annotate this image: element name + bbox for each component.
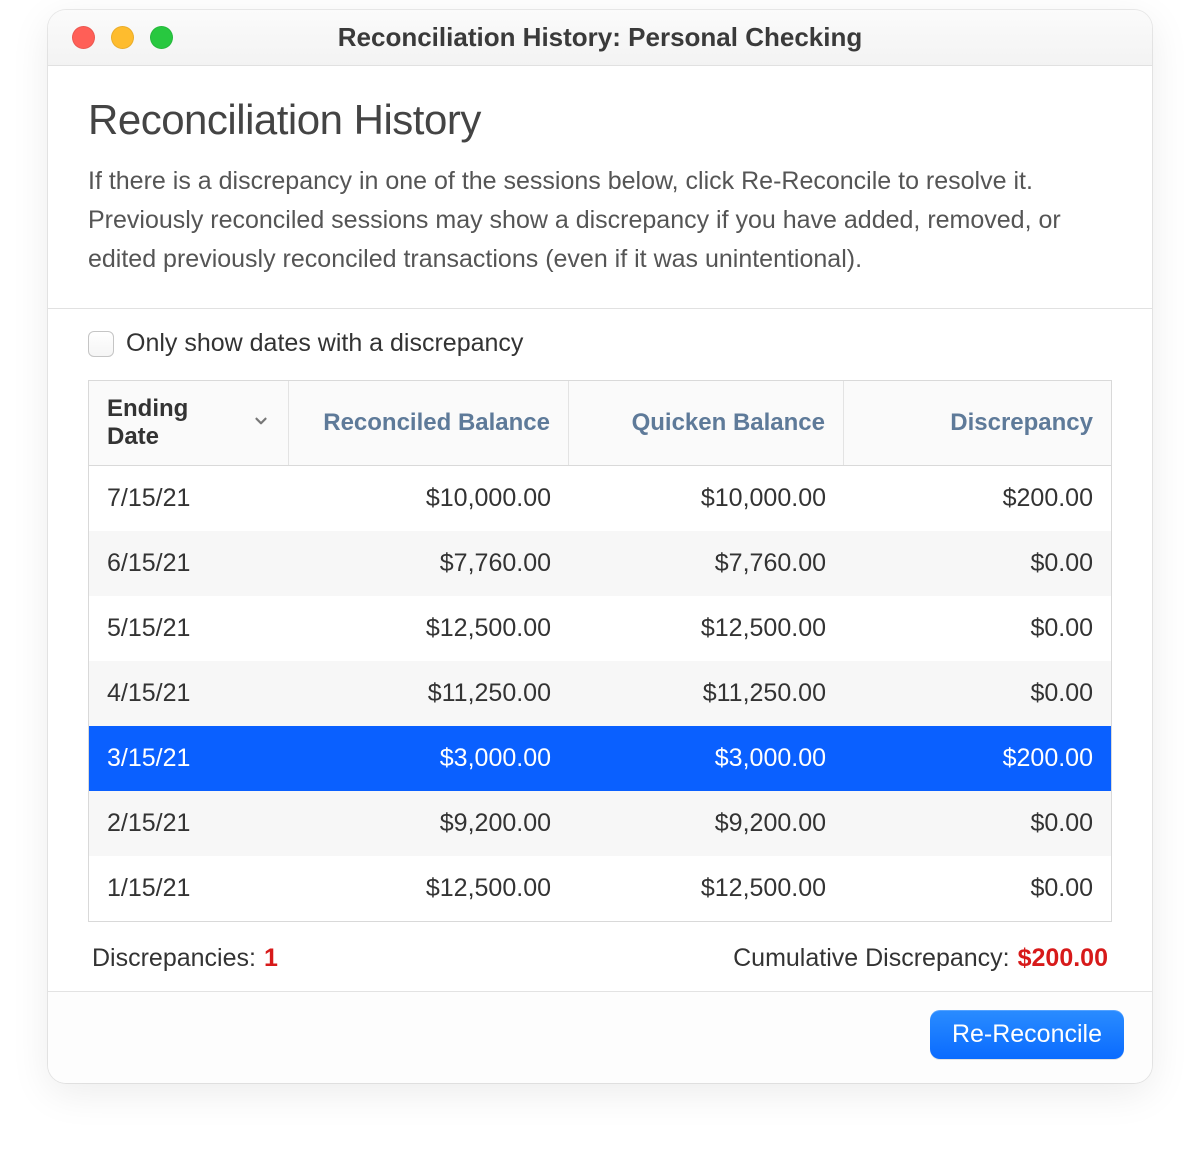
cell-reconciled-balance: $12,500.00	[289, 856, 569, 921]
table-row[interactable]: 3/15/21$3,000.00$3,000.00$200.00	[89, 726, 1111, 791]
cell-ending-date: 6/15/21	[89, 531, 289, 596]
cell-quicken-balance: $7,760.00	[569, 531, 844, 596]
column-header-ending-date-label: Ending Date	[107, 395, 240, 451]
cell-quicken-balance: $3,000.00	[569, 726, 844, 791]
table-row[interactable]: 2/15/21$9,200.00$9,200.00$0.00	[89, 791, 1111, 856]
chevron-down-icon	[252, 409, 270, 437]
column-header-reconciled-balance-label: Reconciled Balance	[323, 409, 550, 437]
column-header-quicken-balance-label: Quicken Balance	[632, 409, 825, 437]
column-header-discrepancy-label: Discrepancy	[950, 409, 1093, 437]
table-row[interactable]: 6/15/21$7,760.00$7,760.00$0.00	[89, 531, 1111, 596]
cell-discrepancy: $0.00	[844, 531, 1111, 596]
cell-quicken-balance: $12,500.00	[569, 856, 844, 921]
body-section: Only show dates with a discrepancy Endin…	[48, 309, 1152, 991]
cell-ending-date: 2/15/21	[89, 791, 289, 856]
cell-discrepancy: $0.00	[844, 596, 1111, 661]
discrepancies-count: 1	[264, 944, 278, 973]
discrepancies-label: Discrepancies:	[92, 944, 256, 973]
cell-discrepancy: $200.00	[844, 726, 1111, 791]
cell-reconciled-balance: $10,000.00	[289, 466, 569, 531]
cell-reconciled-balance: $7,760.00	[289, 531, 569, 596]
header-section: Reconciliation History If there is a dis…	[48, 66, 1152, 309]
page-heading: Reconciliation History	[88, 96, 1112, 144]
cell-quicken-balance: $9,200.00	[569, 791, 844, 856]
cell-ending-date: 7/15/21	[89, 466, 289, 531]
cell-reconciled-balance: $3,000.00	[289, 726, 569, 791]
summary-row: Discrepancies: 1 Cumulative Discrepancy:…	[88, 922, 1112, 981]
cumulative-discrepancy-summary: Cumulative Discrepancy: $200.00	[733, 944, 1108, 973]
discrepancies-summary: Discrepancies: 1	[92, 944, 278, 973]
re-reconcile-button[interactable]: Re-Reconcile	[930, 1010, 1124, 1059]
cell-discrepancy: $200.00	[844, 466, 1111, 531]
cell-ending-date: 3/15/21	[89, 726, 289, 791]
column-header-discrepancy[interactable]: Discrepancy	[844, 381, 1111, 465]
cell-ending-date: 5/15/21	[89, 596, 289, 661]
cell-discrepancy: $0.00	[844, 661, 1111, 726]
table-row[interactable]: 7/15/21$10,000.00$10,000.00$200.00	[89, 466, 1111, 531]
cell-quicken-balance: $10,000.00	[569, 466, 844, 531]
cell-discrepancy: $0.00	[844, 791, 1111, 856]
cell-quicken-balance: $11,250.00	[569, 661, 844, 726]
footer: Re-Reconcile	[48, 991, 1152, 1083]
titlebar: Reconciliation History: Personal Checkin…	[48, 10, 1152, 66]
table-row[interactable]: 1/15/21$12,500.00$12,500.00$0.00	[89, 856, 1111, 921]
cumulative-discrepancy-label: Cumulative Discrepancy:	[733, 944, 1010, 973]
cell-quicken-balance: $12,500.00	[569, 596, 844, 661]
table-row[interactable]: 5/15/21$12,500.00$12,500.00$0.00	[89, 596, 1111, 661]
cumulative-discrepancy-value: $200.00	[1018, 944, 1108, 973]
table-header-row: Ending Date Reconciled Balance Quicken B…	[89, 381, 1111, 466]
cell-ending-date: 4/15/21	[89, 661, 289, 726]
column-header-quicken-balance[interactable]: Quicken Balance	[569, 381, 844, 465]
cell-reconciled-balance: $11,250.00	[289, 661, 569, 726]
cell-discrepancy: $0.00	[844, 856, 1111, 921]
reconciliation-history-window: Reconciliation History: Personal Checkin…	[48, 10, 1152, 1083]
table-row[interactable]: 4/15/21$11,250.00$11,250.00$0.00	[89, 661, 1111, 726]
window-title: Reconciliation History: Personal Checkin…	[48, 22, 1152, 53]
table-body: 7/15/21$10,000.00$10,000.00$200.006/15/2…	[89, 466, 1111, 921]
only-discrepancies-checkbox[interactable]	[88, 331, 114, 357]
column-header-reconciled-balance[interactable]: Reconciled Balance	[289, 381, 569, 465]
cell-reconciled-balance: $12,500.00	[289, 596, 569, 661]
page-description: If there is a discrepancy in one of the …	[88, 162, 1112, 278]
cell-ending-date: 1/15/21	[89, 856, 289, 921]
cell-reconciled-balance: $9,200.00	[289, 791, 569, 856]
only-discrepancies-label: Only show dates with a discrepancy	[126, 329, 523, 358]
filter-row: Only show dates with a discrepancy	[88, 329, 1112, 358]
column-header-ending-date[interactable]: Ending Date	[89, 381, 289, 465]
reconciliation-table: Ending Date Reconciled Balance Quicken B…	[88, 380, 1112, 922]
